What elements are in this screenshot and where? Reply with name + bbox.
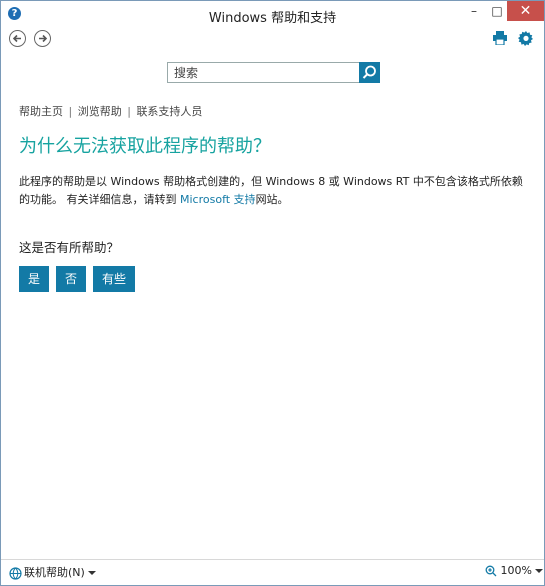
breadcrumb-contact-link[interactable]: 联系支持人员 <box>136 105 202 118</box>
microsoft-support-link[interactable]: Microsoft 支持 <box>180 193 256 206</box>
globe-icon <box>9 566 22 580</box>
arrow-left-icon <box>12 34 21 43</box>
zoom-icon <box>485 565 497 577</box>
chevron-down-icon <box>535 569 544 573</box>
feedback-no-button[interactable]: 否 <box>56 266 86 292</box>
search-icon <box>362 65 376 79</box>
forward-button[interactable] <box>34 30 51 47</box>
search-input[interactable] <box>167 62 365 83</box>
zoom-control[interactable]: 100% <box>485 564 544 577</box>
close-button[interactable]: ✕ <box>507 1 544 21</box>
zoom-level: 100% <box>500 564 532 577</box>
article-body: 此程序的帮助是以 Windows 帮助格式创建的，但 Windows 8 或 W… <box>19 173 529 209</box>
breadcrumb-home-link[interactable]: 帮助主页 <box>19 105 63 118</box>
page-title: 为什么无法获取此程序的帮助？ <box>19 136 271 157</box>
breadcrumb-separator: | <box>68 105 73 118</box>
feedback-somewhat-button[interactable]: 有些 <box>93 266 135 292</box>
feedback-yes-button[interactable]: 是 <box>19 266 49 292</box>
online-help-dropdown[interactable]: 联机帮助(N) <box>9 564 97 580</box>
print-icon[interactable] <box>492 31 508 45</box>
gear-icon[interactable] <box>518 30 534 46</box>
arrow-right-icon <box>39 34 48 43</box>
breadcrumb-separator: | <box>127 105 131 118</box>
feedback-question: 这是否有所帮助？ <box>19 240 120 255</box>
maximize-button[interactable]: □ <box>487 1 507 21</box>
help-window: ? Windows 帮助和支持 – □ ✕ 帮助主页 | <box>0 0 545 586</box>
chevron-down-icon <box>88 571 97 575</box>
title-bar: ? Windows 帮助和支持 – □ ✕ <box>1 1 544 28</box>
back-button[interactable] <box>9 30 26 47</box>
breadcrumb-browse-link[interactable]: 浏览帮助 <box>78 105 122 118</box>
online-help-label: 联机帮助(N) <box>24 566 85 579</box>
article-text-end: 网站。 <box>255 193 289 206</box>
minimize-button[interactable]: – <box>461 1 487 21</box>
search-box <box>167 62 380 83</box>
status-bar: 联机帮助(N) 100% <box>1 559 544 585</box>
search-button[interactable] <box>359 62 380 83</box>
breadcrumb: 帮助主页 | 浏览帮助 | 联系支持人员 <box>19 103 202 119</box>
